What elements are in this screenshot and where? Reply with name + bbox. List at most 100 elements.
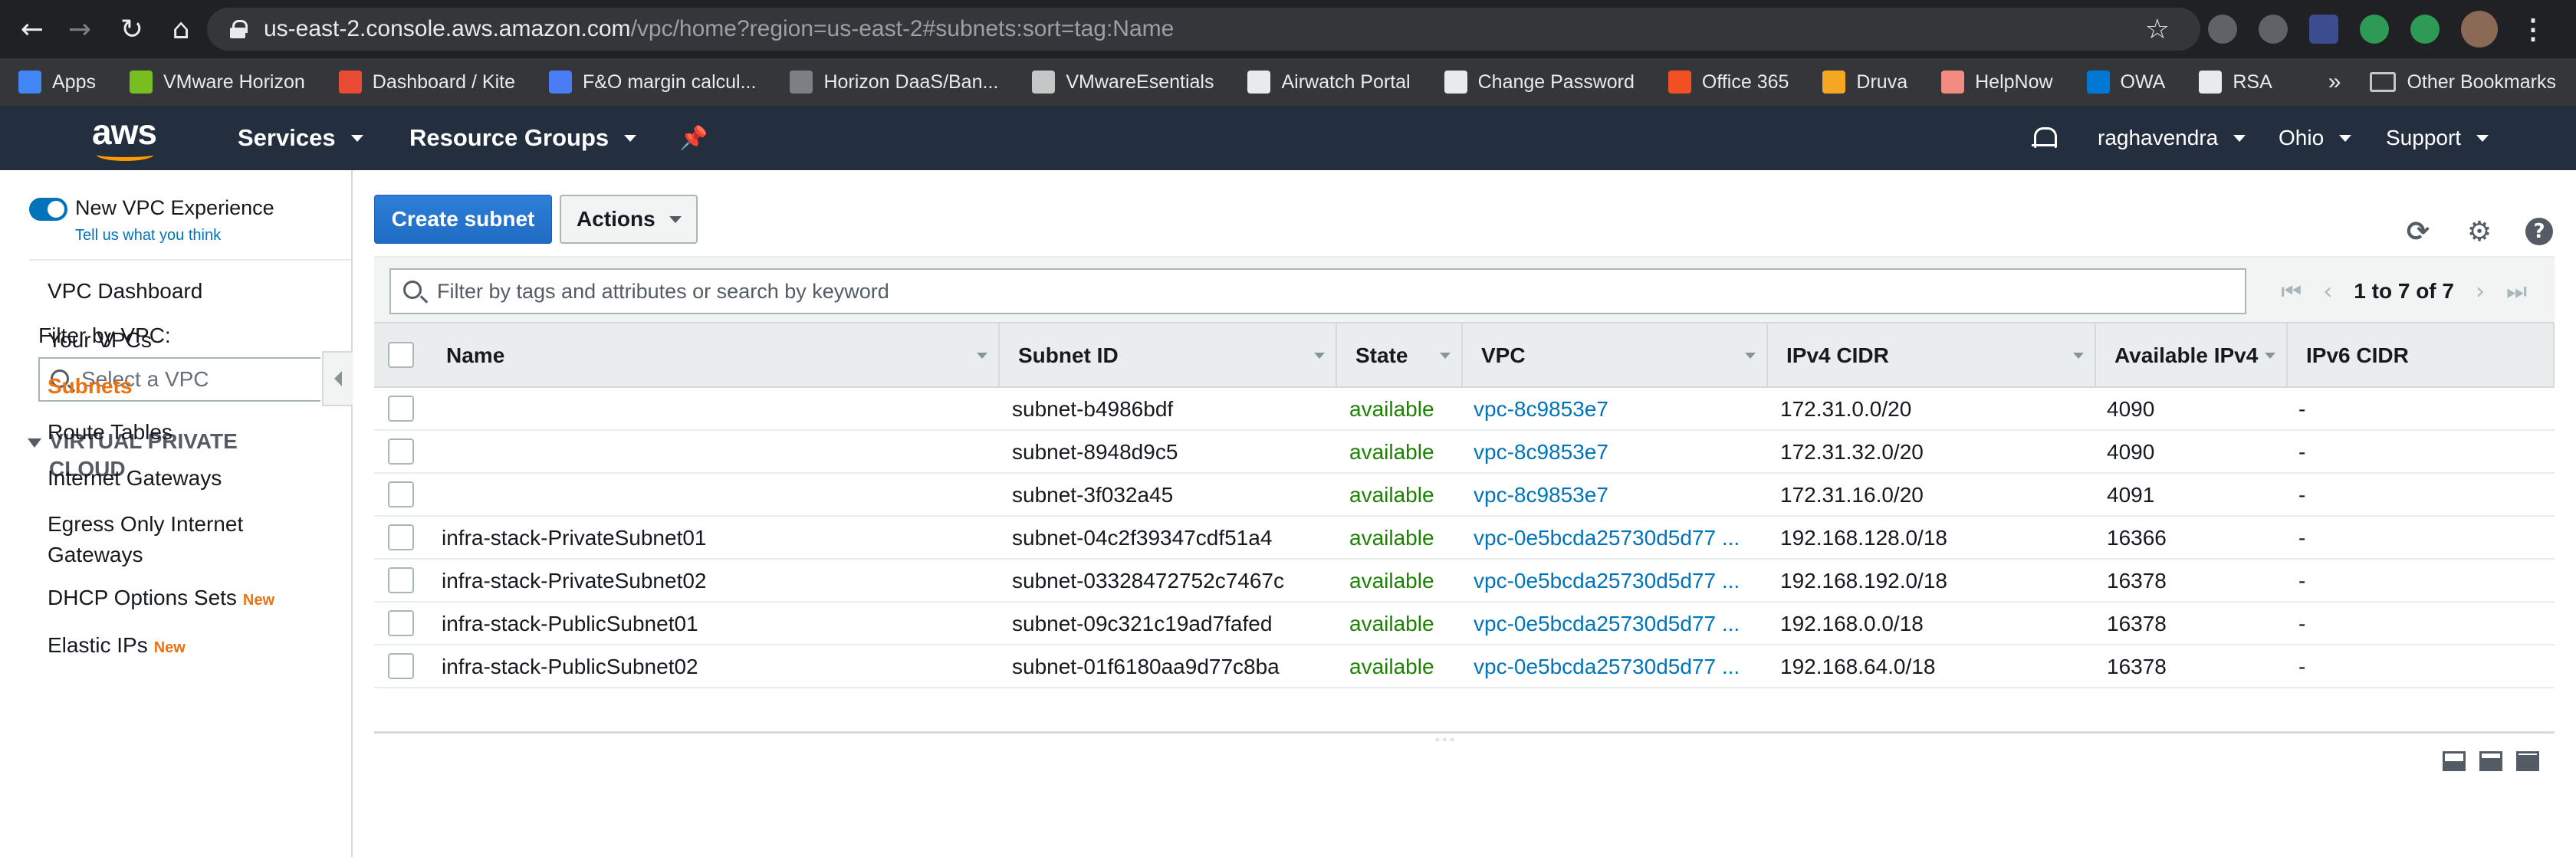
bookmark-item[interactable]: F&O margin calcul... [548,71,756,94]
grammarly-icon[interactable] [2410,15,2440,44]
prev-page-icon[interactable]: ‹ [2323,278,2332,305]
bookmark-item[interactable]: Office 365 [1668,71,1789,94]
home-icon[interactable]: ⌂ [158,6,204,52]
extension-icon[interactable] [2259,15,2288,44]
vmware-icon [129,71,153,94]
sidebar-item-internet-gateways[interactable]: Internet Gateways [48,463,324,494]
refresh-icon[interactable]: ⟳ [2403,216,2433,248]
divider [29,259,351,261]
aws-logo[interactable]: aws [92,114,158,161]
row-checkbox[interactable] [388,438,414,465]
table-row[interactable]: infra-stack-PrivateSubnet01 subnet-04c2f3… [374,517,2555,560]
column-header-available-ipv4[interactable]: Available IPv4 [2096,323,2288,388]
bookmark-item[interactable]: VMwareEsentials [1032,71,1214,94]
pin-icon[interactable]: 📌 [679,106,708,170]
extension-icon[interactable] [2208,15,2237,44]
sidebar-item-vpc-dashboard[interactable]: VPC Dashboard [48,279,202,304]
create-subnet-button[interactable]: Create subnet [374,195,552,244]
cell-vpc[interactable]: vpc-0e5bcda25730d5d77 ... [1474,517,1763,560]
last-page-icon[interactable]: ⏭ [2506,278,2527,305]
services-menu[interactable]: Services [238,106,363,170]
column-header-state[interactable]: State [1337,323,1463,388]
table-row[interactable]: infra-stack-PublicSubnet01 subnet-09c321c… [374,603,2555,645]
gear-icon[interactable]: ⚙ [2464,216,2495,248]
address-bar[interactable]: us-east-2.console.aws.amazon.com /vpc/ho… [207,8,2200,51]
bookmark-item[interactable]: Apps [18,71,96,94]
forward-arrow-icon[interactable]: → [57,6,103,52]
search-input[interactable]: Filter by tags and attributes or search … [389,268,2246,314]
actions-button[interactable]: Actions [560,195,698,244]
first-page-icon[interactable]: ⏮ [2281,278,2302,305]
resize-handle[interactable]: ◦◦◦ [1435,734,1457,747]
menu-kebab-icon[interactable]: ⋮ [2519,13,2547,45]
bookmark-item[interactable]: Change Password [1444,71,1635,94]
table-row[interactable]: subnet-3f032a45 available vpc-8c9853e7 172.… [374,474,2555,517]
sidebar-item-your-vpcs[interactable]: Your VPCs [48,325,324,356]
panel-layout-full-icon[interactable] [2516,751,2539,771]
sort-caret-icon[interactable] [1745,353,1756,359]
sort-caret-icon[interactable] [1314,353,1325,359]
new-vpc-toggle[interactable] [29,198,67,221]
cell-vpc[interactable]: vpc-0e5bcda25730d5d77 ... [1474,645,1763,688]
feedback-link[interactable]: Tell us what you think [75,227,221,245]
row-checkbox[interactable] [388,653,414,679]
caret-down-icon[interactable] [28,438,41,448]
bookmark-item[interactable]: Horizon DaaS/Ban... [790,71,998,94]
cell-vpc[interactable]: vpc-8c9853e7 [1474,388,1763,431]
reload-icon[interactable]: ↻ [109,6,155,52]
column-header-vpc[interactable]: VPC [1463,323,1768,388]
column-header-ipv4-cidr[interactable]: IPv4 CIDR [1768,323,2096,388]
table-row[interactable]: subnet-b4986bdf available vpc-8c9853e7 172.… [374,388,2555,431]
sidebar-item-dhcp-options-sets[interactable]: DHCP Options Sets New [48,583,324,616]
notifications-bell[interactable] [2032,106,2057,170]
bookmark-item[interactable]: OWA [2086,71,2165,94]
back-arrow-icon[interactable]: ← [9,6,55,52]
other-bookmarks[interactable]: Other Bookmarks [2407,71,2556,94]
panel-layout-bottom-icon[interactable] [2443,751,2466,771]
row-checkbox[interactable] [388,481,414,507]
cell-vpc[interactable]: vpc-0e5bcda25730d5d77 ... [1474,603,1763,645]
column-header-name[interactable]: Name [428,323,1000,388]
bookmark-star-icon[interactable]: ☆ [2145,14,2170,45]
collapse-sidebar-button[interactable] [322,351,353,406]
bookmark-item[interactable]: Dashboard / Kite [338,71,515,94]
select-all-checkbox[interactable] [388,342,414,368]
sort-caret-icon[interactable] [2265,353,2275,359]
row-checkbox[interactable] [388,610,414,636]
resource-groups-menu[interactable]: Resource Groups [409,106,637,170]
bookmark-item[interactable]: Druva [1822,71,1907,94]
column-header-ipv6-cidr[interactable]: IPv6 CIDR [2288,323,2555,388]
column-header-subnet-id[interactable]: Subnet ID [1000,323,1337,388]
table-row[interactable]: infra-stack-PublicSubnet02 subnet-01f6180… [374,645,2555,688]
next-page-icon[interactable]: › [2476,278,2485,305]
region-menu[interactable]: Ohio [2279,106,2352,170]
bookmark-item[interactable]: RSA [2199,71,2272,94]
support-menu[interactable]: Support [2386,106,2489,170]
sort-caret-icon[interactable] [1440,353,1451,359]
sidebar-item-egress-only-internet-gateways[interactable]: Egress Only Internet Gateways [48,509,324,570]
bookmark-item[interactable]: HelpNow [1941,71,2053,94]
cell-vpc[interactable]: vpc-8c9853e7 [1474,431,1763,474]
sidebar-item-route-tables[interactable]: Route Tables [48,417,324,448]
sort-caret-icon[interactable] [977,353,987,359]
table-row[interactable]: infra-stack-PrivateSubnet02 subnet-033284… [374,560,2555,603]
bookmark-item[interactable]: Airwatch Portal [1247,71,1411,94]
bookmark-item[interactable]: VMware Horizon [129,71,305,94]
profile-avatar[interactable] [2461,11,2498,48]
row-checkbox[interactable] [388,567,414,593]
extension-new-icon[interactable] [2309,15,2338,44]
cell-vpc[interactable]: vpc-0e5bcda25730d5d77 ... [1474,560,1763,603]
sidebar-item-subnets[interactable]: Subnets [48,371,324,402]
sidebar-item-elastic-ips[interactable]: Elastic IPs New [48,630,324,663]
bookmarks-overflow-icon[interactable]: » [2328,69,2341,95]
table-row[interactable]: subnet-8948d9c5 available vpc-8c9853e7 172.… [374,431,2555,474]
extension-badge-icon[interactable] [2360,15,2389,44]
help-icon[interactable]: ? [2525,218,2553,245]
row-checkbox[interactable] [388,396,414,422]
row-checkbox[interactable] [388,524,414,550]
sort-caret-icon[interactable] [2073,353,2084,359]
panel-divider[interactable] [374,731,2555,734]
user-menu[interactable]: raghavendra [2098,106,2246,170]
panel-layout-split-icon[interactable] [2479,751,2502,771]
cell-vpc[interactable]: vpc-8c9853e7 [1474,474,1763,517]
